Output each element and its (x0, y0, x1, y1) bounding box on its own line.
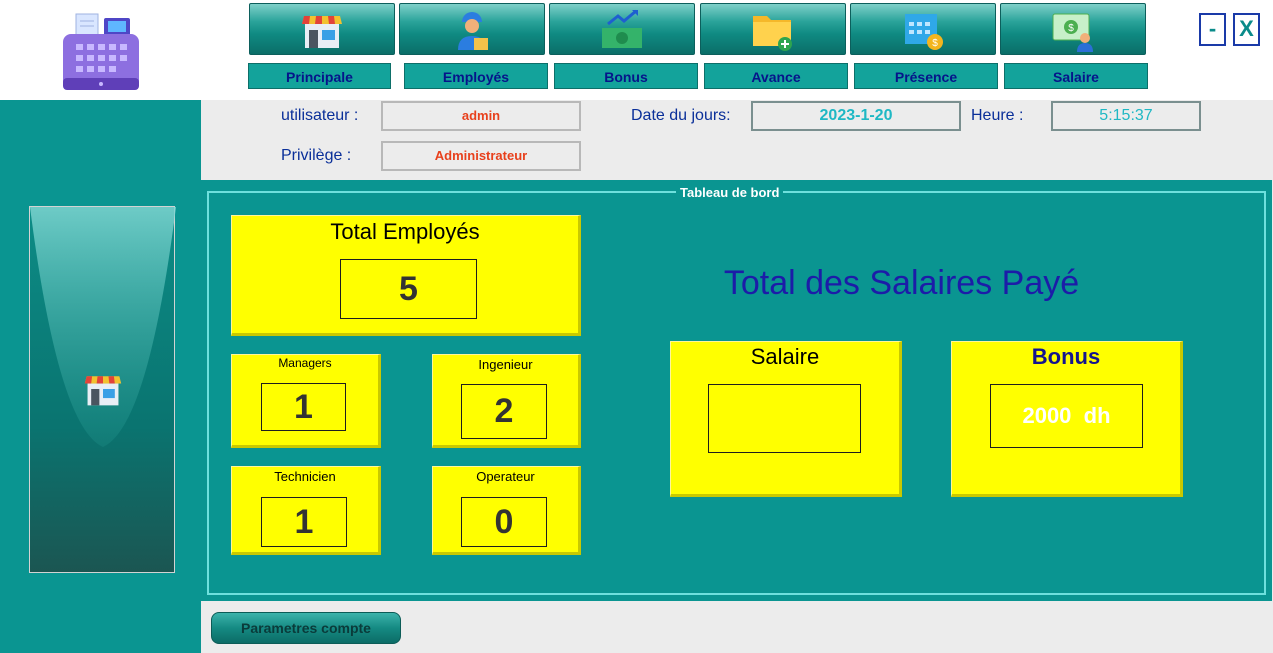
time-field: 5:15:37 (1051, 101, 1201, 131)
svg-text:$: $ (1068, 23, 1074, 34)
store-icon (302, 16, 342, 48)
nav-label-employes[interactable]: Employés (404, 63, 548, 89)
technicien-label: Technicien (274, 469, 336, 484)
ingenieur-label: Ingenieur (478, 357, 533, 372)
nav-label-presence[interactable]: Présence (854, 63, 998, 89)
managers-label: Managers (278, 356, 332, 370)
nav-label-avance[interactable]: Avance (704, 63, 848, 89)
managers-value: 1 (261, 383, 346, 431)
nav-button-salaire[interactable]: $ (1000, 3, 1146, 55)
ingenieur-card: Ingenieur 2 (432, 354, 581, 448)
calendar-money-icon: $ (905, 14, 943, 50)
salary-icon: $ (1052, 13, 1093, 52)
total-employes-card: Total Employés 5 (231, 215, 581, 336)
nav-button-bonus[interactable] (549, 3, 695, 55)
salaire-label: Salaire (750, 344, 820, 369)
left-card (29, 206, 176, 573)
total-employes-value: 5 (340, 259, 477, 319)
minimize-button[interactable]: - (1199, 13, 1226, 46)
total-employes-label: Total Employés (330, 219, 480, 244)
salaire-value (708, 384, 861, 453)
bonus-card: Bonus 2000 dh (951, 341, 1183, 497)
ingenieur-value: 2 (461, 384, 547, 439)
cash-register-logo-icon (58, 12, 146, 92)
privilege-label: Privilège : (281, 147, 352, 164)
privilege-field: Administrateur (381, 141, 581, 171)
bonus-label: Bonus (1031, 344, 1101, 369)
store-icon (84, 376, 122, 406)
worker-icon (458, 12, 488, 50)
nav-button-principale[interactable] (249, 3, 395, 55)
folder-add-icon (753, 16, 792, 51)
account-settings-button[interactable]: Parametres compte (211, 612, 401, 644)
operateur-value: 0 (461, 497, 547, 547)
technicien-card: Technicien 1 (231, 466, 381, 555)
managers-card: Managers 1 (231, 354, 381, 448)
technicien-value: 1 (261, 497, 347, 547)
nav-label-salaire[interactable]: Salaire (1004, 63, 1148, 89)
dashboard-title: Tableau de bord (676, 185, 784, 201)
nav-label-bonus[interactable]: Bonus (554, 63, 698, 89)
time-label: Heure : (971, 107, 1024, 124)
nav-button-employes[interactable] (399, 3, 545, 55)
close-button[interactable]: X (1233, 13, 1260, 46)
nav-button-presence[interactable]: $ (850, 3, 996, 55)
user-label: utilisateur : (281, 107, 359, 124)
user-field: admin (381, 101, 581, 131)
salaire-card: Salaire (670, 341, 902, 497)
operateur-label: Operateur (476, 469, 535, 484)
total-salaires-heading: Total des Salaires Payé (723, 264, 1080, 302)
date-label: Date du jours: (631, 107, 731, 124)
nav-button-avance[interactable] (700, 3, 846, 55)
date-field: 2023-1-20 (751, 101, 961, 131)
svg-text:$: $ (932, 38, 938, 49)
money-growth-icon (602, 9, 642, 48)
bonus-value: 2000 dh (990, 384, 1143, 448)
nav-label-principale[interactable]: Principale (248, 63, 391, 89)
operateur-card: Operateur 0 (432, 466, 581, 555)
